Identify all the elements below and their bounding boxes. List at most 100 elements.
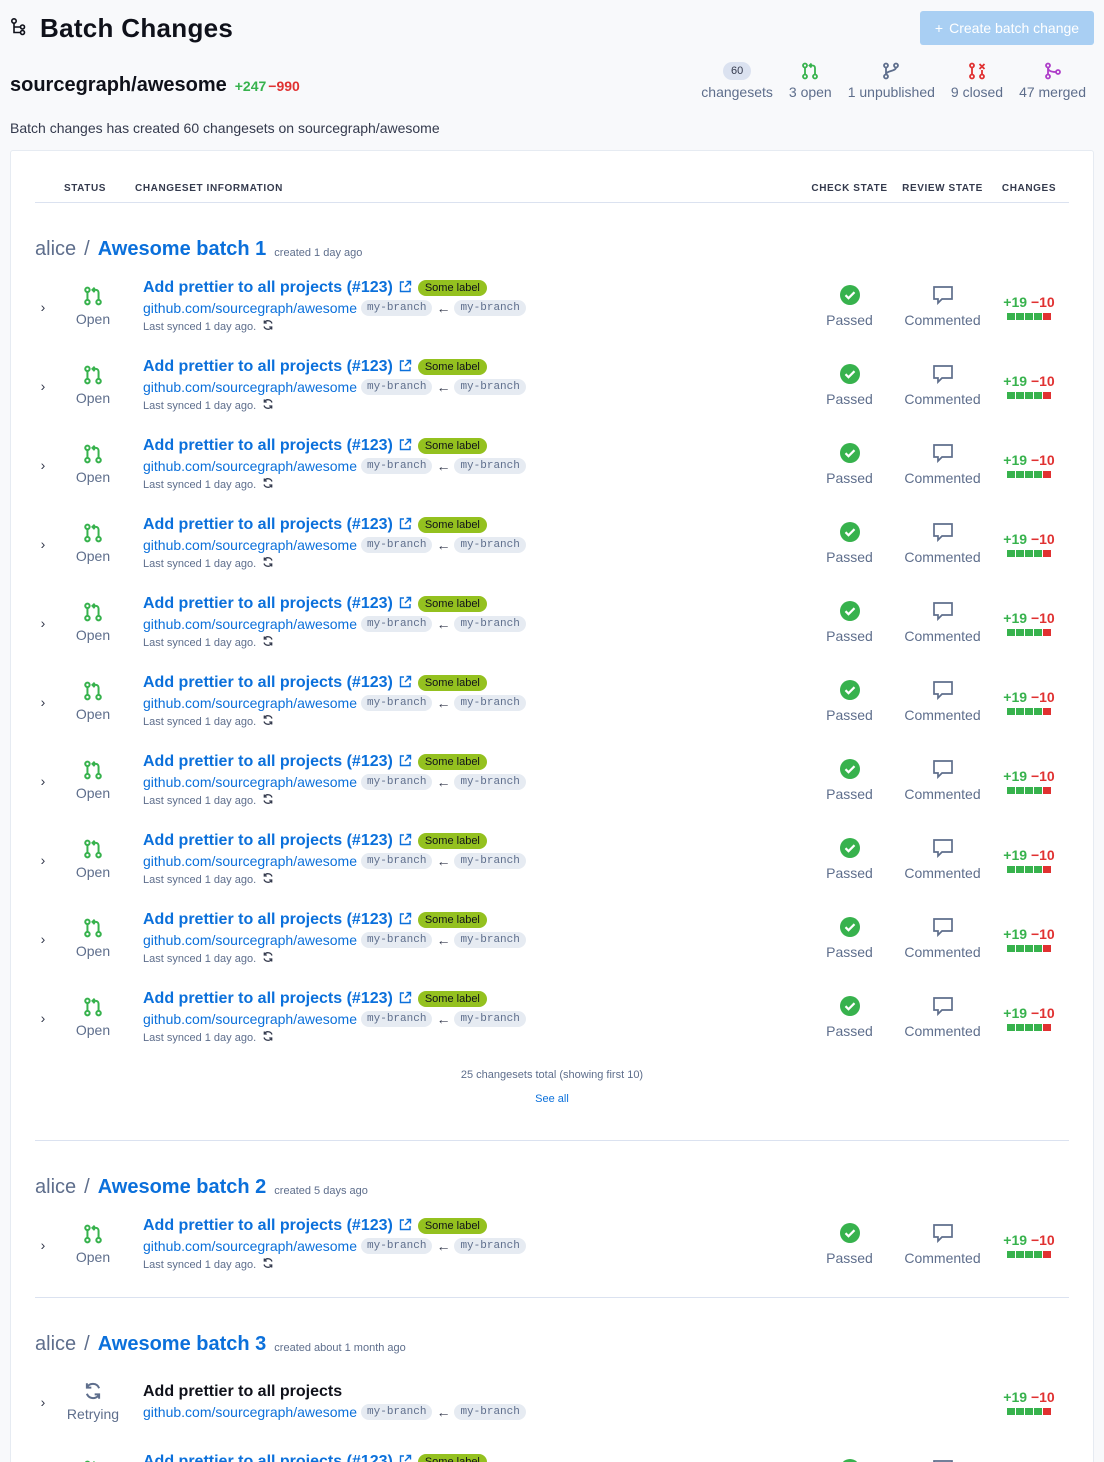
external-link-icon[interactable] bbox=[399, 517, 412, 533]
chevron-right-icon[interactable]: › bbox=[35, 299, 51, 315]
sync-icon[interactable] bbox=[262, 872, 274, 887]
external-link-icon[interactable] bbox=[399, 438, 412, 454]
changeset-title-link[interactable]: Add prettier to all projects (#123) bbox=[143, 279, 393, 297]
sync-icon[interactable] bbox=[262, 635, 274, 650]
changeset-title-link[interactable]: Add prettier to all projects (#123) bbox=[143, 358, 393, 376]
chevron-right-icon[interactable]: › bbox=[35, 378, 51, 394]
chevron-right-icon[interactable]: › bbox=[35, 694, 51, 710]
changeset-label: Some label bbox=[417, 833, 487, 849]
external-link-icon[interactable] bbox=[399, 1218, 412, 1234]
changeset-status: Open bbox=[51, 839, 135, 880]
repo-link[interactable]: github.com/sourcegraph/awesome bbox=[143, 1404, 357, 1420]
repo-link[interactable]: github.com/sourcegraph/awesome bbox=[143, 379, 357, 395]
diff-stat-bar bbox=[1007, 1023, 1051, 1031]
chevron-right-icon[interactable]: › bbox=[35, 615, 51, 631]
batch-namespace[interactable]: alice bbox=[35, 1333, 76, 1356]
chevron-right-icon[interactable]: › bbox=[35, 1237, 51, 1253]
repo-link[interactable]: github.com/sourcegraph/awesome bbox=[143, 616, 357, 632]
diff-added: +19 bbox=[1003, 1388, 1028, 1405]
changeset-title-link[interactable]: Add prettier to all projects (#123) bbox=[143, 832, 393, 850]
changeset-title-link[interactable]: Add prettier to all projects (#123) bbox=[143, 1453, 393, 1462]
external-link-icon[interactable] bbox=[399, 280, 412, 296]
repo-link[interactable]: github.com/sourcegraph/awesome bbox=[143, 458, 357, 474]
batch-change-link[interactable]: Awesome batch 3 bbox=[98, 1333, 267, 1356]
chevron-right-icon[interactable]: › bbox=[35, 1010, 51, 1026]
create-batch-change-label: Create batch change bbox=[949, 20, 1080, 36]
repo-link[interactable]: github.com/sourcegraph/awesome bbox=[143, 932, 357, 948]
changeset-title-link[interactable]: Add prettier to all projects (#123) bbox=[143, 753, 393, 771]
repo-link[interactable]: github.com/sourcegraph/awesome bbox=[143, 300, 357, 316]
repo-link[interactable]: github.com/sourcegraph/awesome bbox=[143, 1238, 357, 1254]
external-link-icon[interactable] bbox=[399, 596, 412, 612]
left-arrow-icon: ← bbox=[436, 458, 451, 474]
sync-icon[interactable] bbox=[262, 477, 274, 492]
chevron-right-icon[interactable]: › bbox=[35, 773, 51, 789]
diff-stat-bar bbox=[1007, 549, 1051, 557]
changeset-title-link[interactable]: Add prettier to all projects (#123) bbox=[143, 595, 393, 613]
changeset-info: Add prettier to all projects (#123) Some… bbox=[135, 1453, 803, 1462]
chevron-right-icon[interactable]: › bbox=[35, 931, 51, 947]
chevron-right-icon[interactable]: › bbox=[35, 1394, 51, 1410]
create-batch-change-button[interactable]: + Create batch change bbox=[920, 11, 1094, 45]
sync-icon[interactable] bbox=[262, 1257, 274, 1272]
base-branch: my-branch bbox=[361, 379, 433, 395]
stat-changesets: 60 changesets bbox=[701, 60, 773, 100]
pull-request-open-icon bbox=[801, 60, 819, 82]
changeset-row: › Open Add prettier to all projects (#12… bbox=[35, 583, 1069, 662]
repo-link[interactable]: github.com/sourcegraph/awesome bbox=[143, 774, 357, 790]
external-link-icon[interactable] bbox=[399, 359, 412, 375]
changeset-title-link[interactable]: Add prettier to all projects (#123) bbox=[143, 1217, 393, 1235]
changeset-title-link[interactable]: Add prettier to all projects (#123) bbox=[143, 437, 393, 455]
sync-icon[interactable] bbox=[262, 398, 274, 413]
external-link-icon[interactable] bbox=[399, 912, 412, 928]
sync-line: Last synced 1 day ago. bbox=[143, 635, 803, 650]
sync-icon[interactable] bbox=[262, 1030, 274, 1045]
changes-diff: +19 −10 bbox=[989, 1389, 1069, 1415]
sync-icon[interactable] bbox=[262, 556, 274, 571]
diff-block-removed bbox=[1043, 707, 1051, 715]
batch-change-link[interactable]: Awesome batch 1 bbox=[98, 238, 267, 261]
changeset-title-link[interactable]: Add prettier to all projects (#123) bbox=[143, 990, 393, 1008]
repo-link[interactable]: github.com/sourcegraph/awesome bbox=[143, 537, 357, 553]
changeset-label: Some label bbox=[417, 280, 487, 296]
review-state: Commented bbox=[896, 680, 989, 723]
chevron-right-icon[interactable]: › bbox=[35, 457, 51, 473]
diff-removed: −10 bbox=[1030, 372, 1055, 389]
changeset-info: Add prettier to all projects (#123) Some… bbox=[135, 595, 803, 650]
batch-namespace[interactable]: alice bbox=[35, 238, 76, 261]
sync-icon[interactable] bbox=[262, 951, 274, 966]
external-link-icon[interactable] bbox=[399, 675, 412, 691]
external-link-icon[interactable] bbox=[399, 1454, 412, 1462]
diff-block-added bbox=[1025, 865, 1033, 873]
changeset-title-link[interactable]: Add prettier to all projects (#123) bbox=[143, 911, 393, 929]
diff-removed: −10 bbox=[1030, 925, 1055, 942]
chevron-right-icon[interactable]: › bbox=[35, 536, 51, 552]
diff-block-added bbox=[1007, 312, 1015, 320]
sync-icon[interactable] bbox=[262, 319, 274, 334]
changeset-title-link[interactable]: Add prettier to all projects (#123) bbox=[143, 516, 393, 534]
changes-diff: +19 −10 bbox=[989, 1005, 1069, 1031]
review-state-label: Commented bbox=[904, 707, 981, 723]
external-link-icon[interactable] bbox=[399, 833, 412, 849]
see-all-link[interactable]: See all bbox=[535, 1093, 569, 1105]
repo-link[interactable]: github.com/sourcegraph/awesome bbox=[143, 695, 357, 711]
diff-added: +19 bbox=[1003, 846, 1028, 863]
batch-change-link[interactable]: Awesome batch 2 bbox=[98, 1176, 267, 1199]
status-label: Open bbox=[75, 311, 111, 327]
external-link-icon[interactable] bbox=[399, 991, 412, 1007]
diff-block-added bbox=[1034, 944, 1042, 952]
changeset-repo-line: github.com/sourcegraph/awesome my-branch… bbox=[143, 1011, 803, 1027]
changeset-title-link[interactable]: Add prettier to all projects bbox=[143, 1383, 342, 1401]
sync-icon[interactable] bbox=[262, 714, 274, 729]
external-link-icon[interactable] bbox=[399, 754, 412, 770]
last-synced-text: Last synced 1 day ago. bbox=[143, 557, 257, 570]
sync-icon[interactable] bbox=[262, 793, 274, 808]
batch-namespace[interactable]: alice bbox=[35, 1176, 76, 1199]
changeset-title-link[interactable]: Add prettier to all projects (#123) bbox=[143, 674, 393, 692]
chevron-right-icon[interactable]: › bbox=[35, 852, 51, 868]
repo-link[interactable]: github.com/sourcegraph/awesome bbox=[143, 853, 357, 869]
review-state: Commented bbox=[896, 285, 989, 328]
left-arrow-icon: ← bbox=[436, 379, 451, 395]
repo-link[interactable]: github.com/sourcegraph/awesome bbox=[143, 1011, 357, 1027]
changeset-title-line: Add prettier to all projects (#123) Some… bbox=[143, 832, 803, 850]
